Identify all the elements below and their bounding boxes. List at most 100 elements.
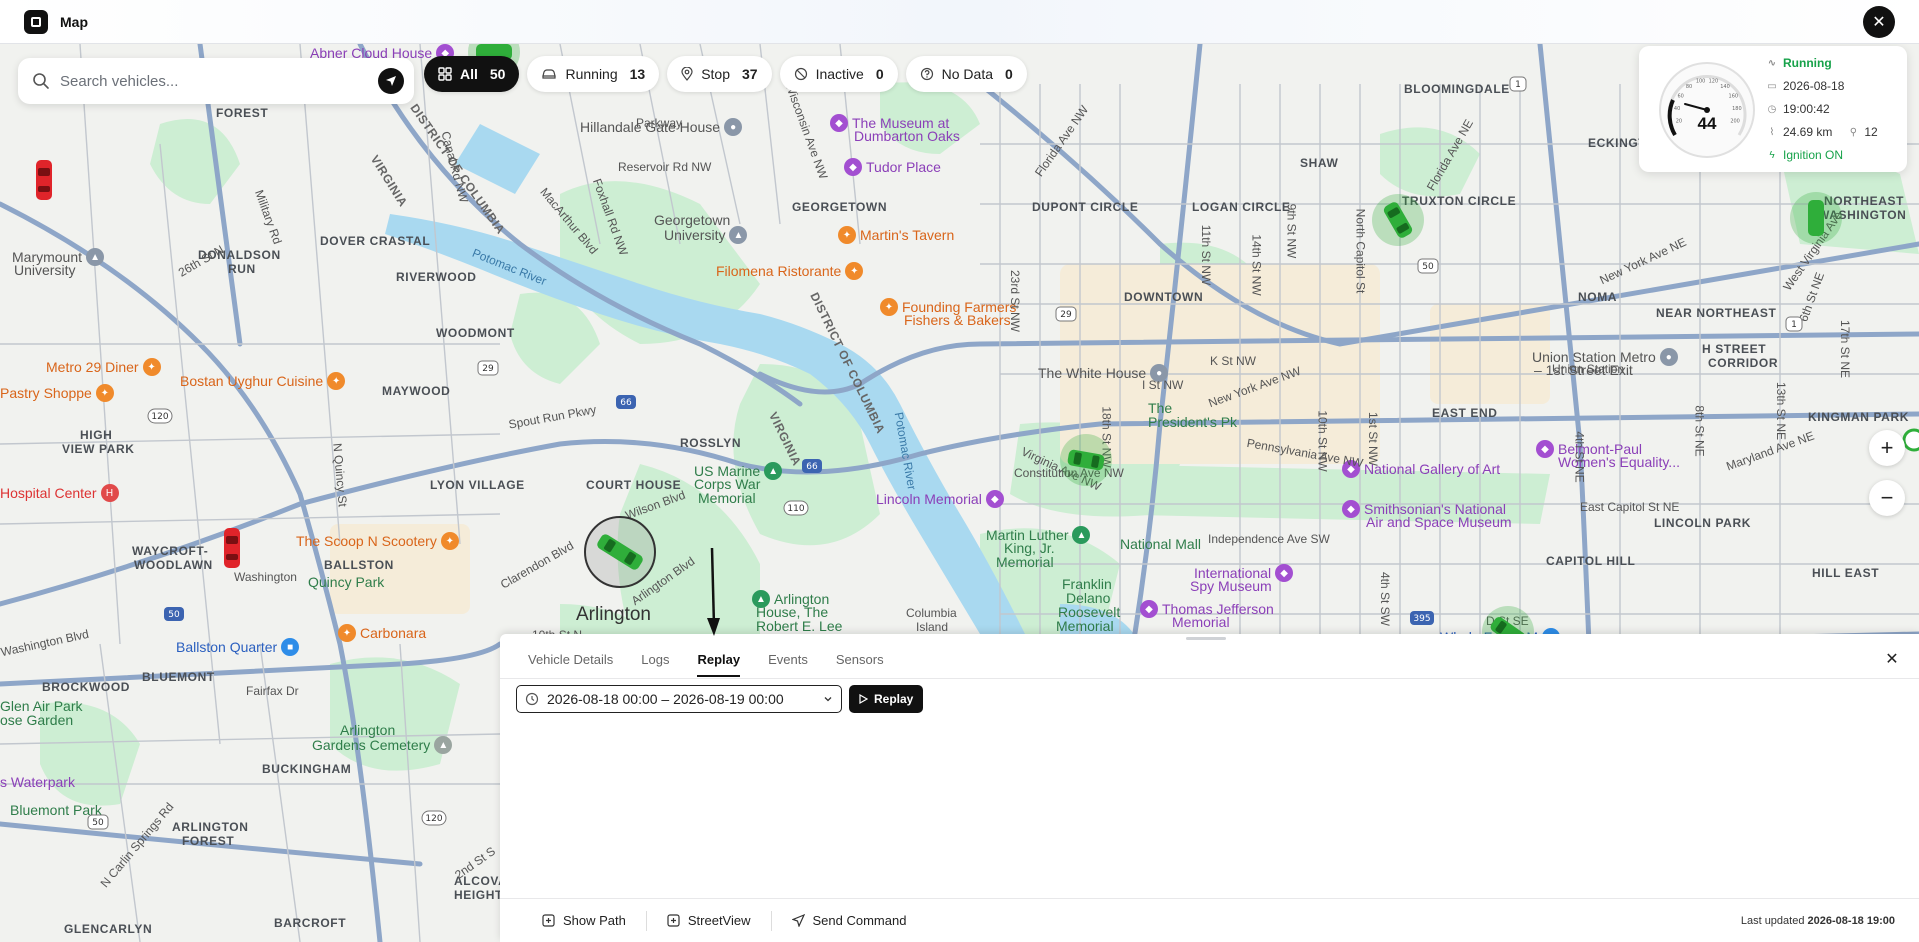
poi[interactable]: National Mall <box>1120 536 1201 552</box>
gauge-tick-label: 180 <box>1732 106 1742 112</box>
divider <box>500 678 1919 679</box>
tab-replay[interactable]: Replay <box>697 652 741 677</box>
poi[interactable]: President's Pk <box>1148 414 1237 430</box>
cemetery-icon: ▲ <box>434 736 453 754</box>
zoom-out-button[interactable]: − <box>1869 480 1905 516</box>
university-icon: ▲ <box>729 226 748 244</box>
poi[interactable]: Filomena Ristorante ✦ <box>716 262 864 280</box>
poi[interactable]: Quincy Park <box>308 574 384 590</box>
vehicle-status-card: 20 40 60 80 100 120 140 160 180 200 44 ∿ Running ▭… <box>1639 46 1907 172</box>
vehicle-marker-stopped[interactable] <box>222 526 242 570</box>
bolt-icon: ϟ <box>1769 149 1775 161</box>
filter-stop[interactable]: Stop 37 <box>667 56 772 92</box>
poi[interactable]: Memorial <box>996 554 1054 570</box>
poi[interactable]: University <box>14 262 75 278</box>
poi[interactable]: Pastry Shoppe ✦ <box>0 384 114 402</box>
poi[interactable]: s Waterpark <box>0 774 75 790</box>
poi[interactable]: ose Garden <box>0 712 73 728</box>
filter-inactive[interactable]: Inactive 0 <box>779 56 898 92</box>
search-input[interactable] <box>60 72 378 90</box>
poi[interactable]: Ballston Quarter ■ <box>176 638 300 656</box>
speedometer-dial: 20406080100 120140160180200 <box>1659 62 1755 158</box>
vehicle-marker-running[interactable] <box>1788 190 1844 246</box>
poi[interactable]: Gardens Cemetery ▲ <box>312 736 453 754</box>
filter-label: Stop <box>701 66 731 82</box>
area-label: GLENCARLYN <box>64 922 153 936</box>
poi[interactable]: Fishers & Bakers <box>904 312 1011 328</box>
area-label: ARLINGTON <box>172 820 249 834</box>
poi[interactable]: Bostan Uyghur Cuisine ✦ <box>180 372 346 390</box>
poi[interactable]: Metro 29 Diner ✦ <box>46 358 161 376</box>
poi[interactable]: ◆ Tudor Place <box>844 158 941 176</box>
tab-vehicle-details[interactable]: Vehicle Details <box>528 652 613 677</box>
restaurant-icon: ✦ <box>327 372 346 390</box>
filter-count: 13 <box>629 66 646 82</box>
poi[interactable]: Spy Museum <box>1190 578 1272 594</box>
poi[interactable]: Lincoln Memorial ◆ <box>876 490 1004 508</box>
arrow-shaft <box>710 548 716 627</box>
poi[interactable]: Robert E. Lee <box>756 618 842 634</box>
poi[interactable]: Memorial <box>698 490 756 506</box>
poi[interactable]: ✦ Carbonara <box>338 624 426 642</box>
museum-icon: ◆ <box>844 158 862 176</box>
museum-icon: ◆ <box>1536 440 1554 458</box>
replay-button[interactable]: Replay <box>849 685 924 713</box>
area-label: WOODLAWN <box>134 558 213 572</box>
locate-button[interactable] <box>378 68 404 94</box>
street-label: 17th St NE <box>1838 319 1853 379</box>
gauge-tick-label: 100 <box>1696 79 1706 85</box>
vehicle-marker-running[interactable] <box>1058 432 1114 488</box>
show-path-button[interactable]: Show Path <box>542 911 646 931</box>
panel-resize-handle[interactable] <box>1186 637 1226 640</box>
tab-events[interactable]: Events <box>768 652 808 677</box>
poi[interactable]: Dumbarton Oaks <box>854 128 960 144</box>
filter-running[interactable]: Running 13 <box>527 56 660 92</box>
poi[interactable]: Air and Space Museum <box>1366 514 1512 530</box>
filter-no-data[interactable]: No Data 0 <box>905 56 1027 92</box>
zoom-in-button[interactable]: + <box>1869 430 1905 466</box>
poi[interactable]: Bluemont Park <box>10 802 102 818</box>
vehicle-marker-stopped[interactable] <box>34 158 54 202</box>
street-label: 10th St NW <box>1315 410 1330 472</box>
clock-icon: ◷ <box>1767 103 1777 115</box>
close-icon[interactable]: ✕ <box>1883 650 1901 668</box>
close-icon[interactable]: ✕ <box>1863 6 1895 38</box>
shopping-icon: ■ <box>281 638 300 656</box>
status-time: ◷ 19:00:42 <box>1767 102 1830 116</box>
activity-icon: ∿ <box>1767 57 1777 69</box>
street-label: 1st St NW <box>1366 411 1381 467</box>
area-label: BLOOMINGDALE <box>1404 82 1510 96</box>
date-range-picker[interactable]: 2026-08-18 00:00 – 2026-08-19 00:00 <box>516 685 842 713</box>
gauge-tick-label: 140 <box>1720 84 1730 90</box>
street-label: K St NW <box>1210 354 1257 368</box>
area-label: Island <box>916 620 949 634</box>
poi[interactable]: The Scoop N Scootery ✦ <box>296 532 459 550</box>
poi[interactable]: ✦ Martin's Tavern <box>838 226 954 244</box>
poi[interactable]: University ▲ <box>664 226 748 244</box>
poi[interactable]: Hospital Center H <box>0 484 119 502</box>
area-label: BLUEMONT <box>142 670 215 684</box>
send-command-button[interactable]: Send Command <box>770 910 927 931</box>
street-label: 14th St NW <box>1249 234 1264 296</box>
vehicle-marker-selected[interactable] <box>582 514 658 590</box>
area-label: VIEW PARK <box>62 442 135 456</box>
area-label: Columbia <box>906 606 957 620</box>
gauge-tick-label: 60 <box>1678 94 1684 100</box>
area-label: ROSSLYN <box>680 436 742 450</box>
poi[interactable]: Memorial <box>1172 614 1230 630</box>
area-label: H STREET <box>1702 342 1767 356</box>
tab-sensors[interactable]: Sensors <box>836 652 884 677</box>
clock-icon <box>525 692 539 706</box>
area-label: DUPONT CIRCLE <box>1032 200 1139 214</box>
play-icon <box>859 694 868 704</box>
navigation-arrow-icon <box>386 76 396 86</box>
poi[interactable]: Memorial <box>1056 618 1114 634</box>
send-icon <box>791 914 805 927</box>
street-label: I St NW <box>1142 378 1184 392</box>
museum-icon: ◆ <box>830 114 848 132</box>
vehicle-marker-running[interactable] <box>1370 192 1426 248</box>
filter-all[interactable]: All 50 <box>424 56 520 92</box>
tab-logs[interactable]: Logs <box>641 652 669 677</box>
area-label: LINCOLN PARK <box>1654 516 1751 530</box>
streetview-button[interactable]: StreetView <box>645 910 771 931</box>
